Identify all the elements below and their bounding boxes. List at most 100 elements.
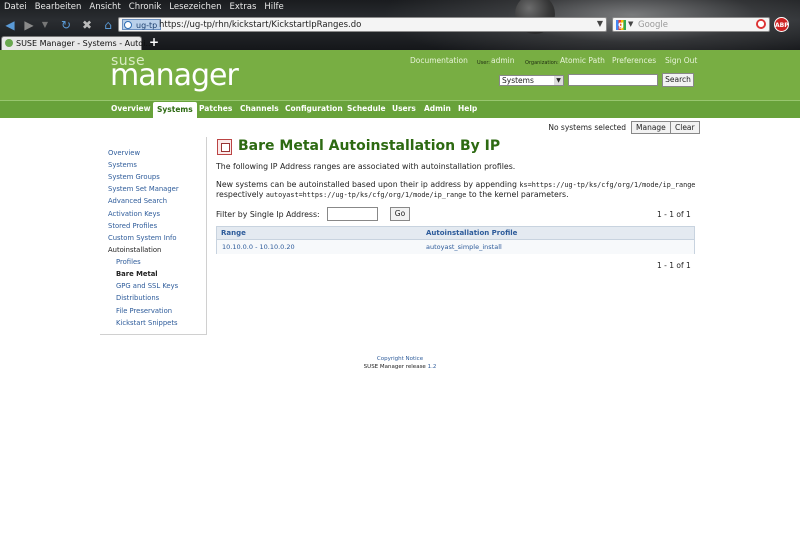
site-identity-label: ug-tp <box>136 21 158 30</box>
user-label: User: <box>477 60 490 66</box>
instructions-text-2: respectively <box>216 190 264 199</box>
table-header: Range Autoinstallation Profile <box>217 227 694 240</box>
instructions-paragraph: New systems can be autoinstalled based u… <box>216 180 696 200</box>
search-engine-dropdown-icon[interactable]: ▼ <box>628 20 633 28</box>
browser-search-bar[interactable]: g ▼ Google ● <box>612 17 770 32</box>
sidebar-item-advanced-search[interactable]: Advanced Search <box>108 197 167 205</box>
sidebar-item-overview[interactable]: Overview <box>108 149 140 157</box>
nav-schedule[interactable]: Schedule <box>343 101 390 118</box>
menu-bearbeiten[interactable]: Bearbeiten <box>31 0 86 14</box>
ip-range-table: Range Autoinstallation Profile 10.10.0.0… <box>216 226 695 254</box>
range-link[interactable]: 10.10.0.0 - 10.10.0.20 <box>222 243 295 251</box>
site-identity-button[interactable]: ug-tp <box>122 19 162 30</box>
stop-icon[interactable]: ✖ <box>80 18 94 32</box>
release-version-link[interactable]: 1.2 <box>428 364 437 370</box>
tab-title: SUSE Manager - Systems - Autoi... <box>16 39 154 48</box>
user-link[interactable]: admin <box>491 56 515 66</box>
documentation-link[interactable]: Documentation <box>410 56 468 66</box>
sidebar-item-kickstart-snippets[interactable]: Kickstart Snippets <box>116 319 178 327</box>
sidebar-item-stored-profiles[interactable]: Stored Profiles <box>108 222 157 230</box>
nav-patches[interactable]: Patches <box>195 101 236 118</box>
go-button[interactable]: Go <box>390 207 410 221</box>
menu-chronik[interactable]: Chronik <box>125 0 166 14</box>
menu-hilfe[interactable]: Hilfe <box>260 0 287 14</box>
result-count-top: 1 - 1 of 1 <box>657 210 691 219</box>
search-go-icon[interactable]: ● <box>756 19 766 29</box>
url-dropdown-icon[interactable]: ▼ <box>597 19 603 28</box>
sidebar-item-autoinstallation[interactable]: Autoinstallation <box>108 246 161 254</box>
browser-tabbar: SUSE Manager - Systems - Autoi... + <box>0 35 800 50</box>
chevron-down-icon: ▼ <box>554 76 563 85</box>
column-header-range[interactable]: Range <box>221 229 246 237</box>
sidebar-item-systems[interactable]: Systems <box>108 161 137 169</box>
browser-navbar: ◀ ▶ ▼ ↻ ✖ ⌂ ug-tp https://ug-tp/rhn/kick… <box>0 15 800 35</box>
adblock-plus-icon[interactable]: ABP <box>774 17 789 32</box>
menu-extras[interactable]: Extras <box>226 0 261 14</box>
instructions-text-1: New systems can be autoinstalled based u… <box>216 180 517 189</box>
preferences-link[interactable]: Preferences <box>612 56 656 66</box>
footer: Copyright Notice SUSE Manager release 1.… <box>0 355 800 371</box>
search-input[interactable] <box>568 74 658 86</box>
ip-filter-input[interactable] <box>327 207 378 221</box>
sign-out-link[interactable]: Sign Out <box>665 56 697 66</box>
back-arrow-icon[interactable]: ◀ <box>3 18 17 32</box>
menu-datei[interactable]: Datei <box>0 0 31 14</box>
sidebar-item-system-set-manager[interactable]: System Set Manager <box>108 185 179 193</box>
site-globe-icon <box>124 21 132 29</box>
clear-button[interactable]: Clear <box>670 121 700 134</box>
browser-menubar: Datei Bearbeiten Ansicht Chronik Lesezei… <box>0 0 800 14</box>
menu-ansicht[interactable]: Ansicht <box>85 0 124 14</box>
sidebar-item-profiles[interactable]: Profiles <box>116 258 141 266</box>
organization-label: Organization: <box>525 60 559 66</box>
result-count-bottom: 1 - 1 of 1 <box>657 261 691 270</box>
instructions-text-3: to the kernel parameters. <box>468 190 569 199</box>
autoyast-parameter: autoyast=https://ug-tp/ks/cfg/org/1/mode… <box>265 191 467 199</box>
browser-tab-active[interactable]: SUSE Manager - Systems - Autoi... <box>1 36 153 50</box>
google-icon[interactable]: g <box>616 20 626 30</box>
sidebar-item-system-groups[interactable]: System Groups <box>108 173 160 181</box>
page-title: Bare Metal Autoinstallation By IP <box>238 138 501 154</box>
profile-link[interactable]: autoyast_simple_install <box>426 243 502 251</box>
forward-arrow-icon[interactable]: ▶ <box>22 18 36 32</box>
release-label: SUSE Manager release <box>363 364 426 370</box>
sidebar-item-custom-system-info[interactable]: Custom System Info <box>108 234 177 242</box>
search-scope-select[interactable]: Systems ▼ <box>499 75 564 86</box>
intro-text: The following IP Address ranges are asso… <box>216 162 516 171</box>
url-bar[interactable]: ug-tp https://ug-tp/rhn/kickstart/Kickst… <box>118 17 607 32</box>
manage-button[interactable]: Manage <box>631 121 671 134</box>
main-navigation: Overview Systems Patches Channels Config… <box>0 100 800 119</box>
sidebar-item-bare-metal[interactable]: Bare Metal <box>116 270 158 278</box>
search-scope-value: Systems <box>502 76 534 85</box>
ks-parameter: ks=https://ug-tp/ks/cfg/org/1/mode/ip_ra… <box>519 181 696 189</box>
nav-help[interactable]: Help <box>454 101 481 118</box>
url-text[interactable]: https://ug-tp/rhn/kickstart/KickstartIpR… <box>159 20 361 30</box>
page-header-icon <box>217 139 232 155</box>
browser-search-placeholder[interactable]: Google <box>638 20 668 30</box>
systems-selected-status: No systems selected <box>548 123 626 132</box>
browser-chrome: Datei Bearbeiten Ansicht Chronik Lesezei… <box>0 0 800 50</box>
home-icon[interactable]: ⌂ <box>101 18 115 32</box>
nav-systems[interactable]: Systems <box>153 102 197 119</box>
history-dropdown-icon[interactable]: ▼ <box>38 18 52 32</box>
nav-overview[interactable]: Overview <box>107 101 155 118</box>
sidebar-item-gpg-ssl-keys[interactable]: GPG and SSL Keys <box>116 282 178 290</box>
nav-admin[interactable]: Admin <box>420 101 455 118</box>
table-row: 10.10.0.0 - 10.10.0.20 autoyast_simple_i… <box>217 240 694 254</box>
sidebar-item-file-preservation[interactable]: File Preservation <box>116 307 172 315</box>
sidebar: Overview Systems System Groups System Se… <box>100 137 207 335</box>
logo-manager[interactable]: manager <box>110 60 239 92</box>
column-header-profile[interactable]: Autoinstallation Profile <box>426 229 517 237</box>
filter-label: Filter by Single Ip Address: <box>216 210 320 219</box>
sidebar-item-activation-keys[interactable]: Activation Keys <box>108 210 160 218</box>
organization-link[interactable]: Atomic Path <box>560 56 605 66</box>
search-button[interactable]: Search <box>662 73 694 87</box>
reload-icon[interactable]: ↻ <box>59 18 73 32</box>
nav-channels[interactable]: Channels <box>236 101 283 118</box>
nav-users[interactable]: Users <box>388 101 420 118</box>
nav-configuration[interactable]: Configuration <box>281 101 347 118</box>
menu-lesezeichen[interactable]: Lesezeichen <box>165 0 225 14</box>
tab-favicon-icon <box>5 39 13 47</box>
copyright-link[interactable]: Copyright Notice <box>377 356 423 362</box>
new-tab-button[interactable]: + <box>149 35 159 49</box>
sidebar-item-distributions[interactable]: Distributions <box>116 294 159 302</box>
